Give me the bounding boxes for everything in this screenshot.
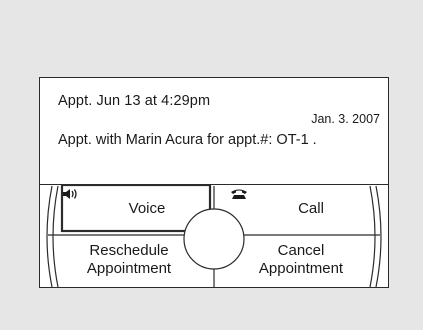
message-date: Jan. 3. 2007 [311, 112, 380, 126]
reschedule-label-line2: Appointment [86, 260, 172, 277]
cancel-appointment-button[interactable]: Cancel Appointment [226, 237, 376, 283]
voice-label: Voice [128, 200, 166, 217]
appointment-message: Appt. with Marin Acura for appt.#: OT-1 … [58, 132, 317, 148]
reschedule-appointment-button[interactable]: Reschedule Appointment [54, 237, 204, 283]
voice-button[interactable]: Voice [62, 188, 202, 230]
reschedule-label-line1: Reschedule [89, 242, 169, 259]
center-select-knob[interactable] [189, 214, 239, 264]
phone-icon [231, 189, 286, 215]
call-label: Call [298, 200, 324, 217]
control-panel: Voice Call Reschedule Appointment Cancel… [40, 185, 388, 288]
cancel-label-line2: Appointment [258, 260, 344, 277]
speaker-icon [63, 189, 117, 215]
cancel-label-line1: Cancel [277, 242, 325, 259]
call-button[interactable]: Call [230, 188, 362, 230]
appointment-title: Appt. Jun 13 at 4:29pm [58, 93, 211, 109]
display-screen: Appt. Jun 13 at 4:29pm Jan. 3. 2007 Appt… [39, 77, 389, 288]
